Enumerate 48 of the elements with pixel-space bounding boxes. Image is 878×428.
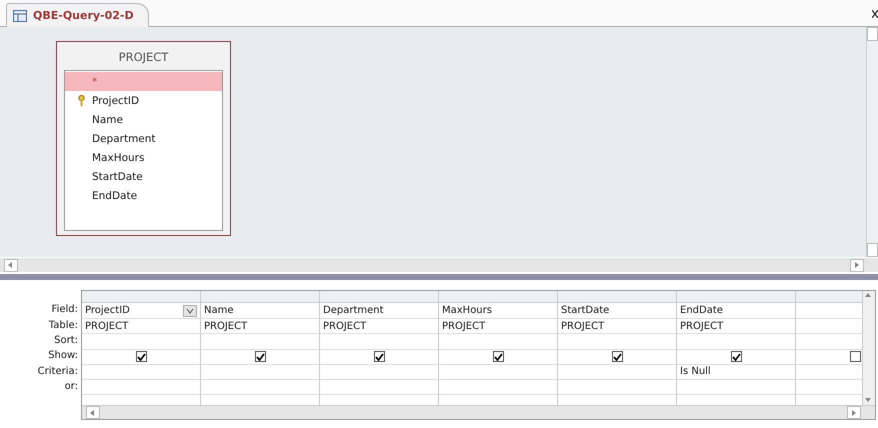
field-cell[interactable]: EndDate [677,303,795,320]
show-checkbox[interactable] [254,351,266,362]
row-label: Show: [47,349,79,364]
criteria-cell[interactable]: Is Null [677,364,795,380]
field-cell[interactable]: Department [320,303,438,320]
column-selector[interactable] [439,291,557,303]
table-title: PROJECT [118,50,168,64]
table-cell[interactable]: PROJECT [82,319,200,334]
query-tab[interactable]: QBE-Query-02-D [6,3,149,27]
field-item[interactable]: ProjectID [65,91,222,110]
show-checkbox[interactable] [850,351,860,362]
grid-horizontal-scrollbar[interactable] [82,405,875,419]
table-cell[interactable]: PROJECT [677,319,795,334]
horizontal-scrollbar[interactable] [0,257,878,272]
grid-vertical-scrollbar[interactable] [862,291,875,405]
table-cell[interactable]: PROJECT [320,319,438,334]
column-selector[interactable] [558,291,676,303]
show-checkbox[interactable] [492,351,504,362]
field-item[interactable]: EndDate [65,186,222,205]
pane-splitter[interactable] [0,274,878,280]
row-label: Sort: [53,334,79,348]
show-checkbox[interactable] [136,351,146,362]
table-cell[interactable]: PROJECT [558,319,676,334]
key-icon [78,95,85,106]
show-checkbox[interactable] [730,351,742,362]
query-icon [13,10,27,22]
table-field-list[interactable]: PROJECT * ProjectID Name Department MaxHours StartDate EndDate [56,41,231,236]
field-cell[interactable]: Name [201,303,319,320]
show-checkbox[interactable] [374,351,384,362]
row-label: or: [64,380,79,394]
field-item[interactable]: MaxHours [65,148,222,167]
field-cell[interactable]: MaxHours [439,303,557,320]
close-icon[interactable] [872,10,878,18]
table-cell[interactable]: PROJECT [439,319,557,334]
show-checkbox[interactable] [612,351,622,362]
field-cell[interactable]: StartDate [558,303,676,320]
field-item[interactable]: Department [65,129,222,148]
row-label: Table: [48,319,79,333]
row-label: Criteria: [36,364,79,379]
column-selector[interactable] [320,291,438,303]
field-item[interactable]: Name [65,110,222,129]
field-item[interactable]: StartDate [65,167,222,186]
field-cell[interactable]: ProjectID [82,303,200,320]
row-label: Field: [50,303,79,317]
dropdown-icon[interactable] [183,304,197,317]
table-cell[interactable]: PROJECT [201,319,319,334]
vertical-scrollbar[interactable] [866,27,878,257]
column-selector[interactable] [677,291,795,303]
